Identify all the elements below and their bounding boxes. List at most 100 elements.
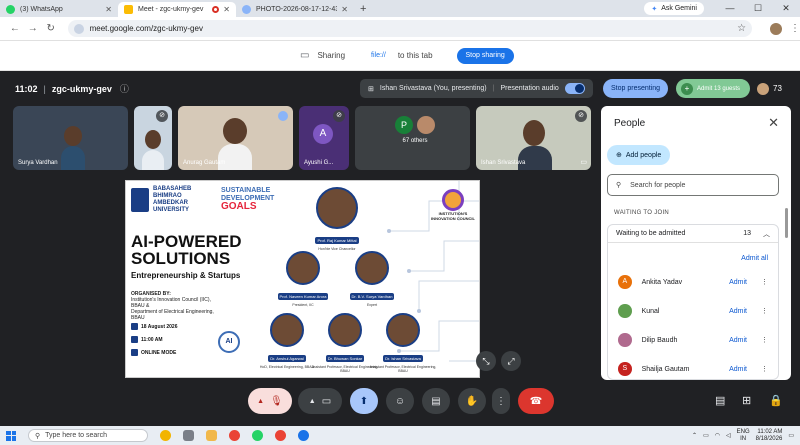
captions-icon: ▤ (431, 395, 441, 407)
clock-time: 11:02 AM (757, 428, 783, 435)
organised-by: ORGANISED BY: Institution's Innovation C… (131, 291, 214, 321)
new-tab-icon[interactable]: + (360, 3, 366, 15)
admit-button[interactable]: Admit (729, 366, 747, 373)
tab-photo[interactable]: PHOTO-2026-08-17-12-43 ✕ (236, 2, 354, 17)
tab-whatsapp[interactable]: (3) WhatsApp ✕ (0, 2, 118, 17)
more-options-button[interactable]: ⋮ (492, 388, 510, 414)
copilot-icon[interactable] (160, 430, 171, 441)
wifi-icon[interactable]: ◠ (715, 432, 720, 439)
waiting-toggle[interactable]: Waiting to be admitted 13 ︿ (608, 225, 778, 243)
admit-button[interactable]: Admit (729, 308, 747, 315)
others-tile[interactable]: P 67 others (355, 106, 470, 170)
participant-avatar (417, 116, 435, 134)
bookmark-star-icon[interactable]: ☆ (737, 23, 746, 34)
participant-tile[interactable]: ⊘ (134, 106, 172, 170)
hang-up-icon: ☎ (529, 395, 543, 407)
add-people-button[interactable]: ⊕ Add people (607, 145, 671, 165)
taskbar-search-input[interactable]: ⚲ Type here to search (28, 429, 148, 442)
unpin-icon[interactable]: ⤡ (476, 351, 496, 371)
scrollbar[interactable] (785, 208, 788, 238)
more-options-icon[interactable]: ⋮ (761, 278, 768, 286)
raise-hand-button[interactable]: ✋ (458, 388, 486, 414)
participant-tile[interactable]: A ⊘ Ayushi G... (299, 106, 349, 170)
people-search-input[interactable]: ⚲ Search for people (607, 174, 779, 196)
apps-icon[interactable]: ⊞ (742, 394, 751, 407)
whatsapp-icon[interactable] (252, 430, 263, 441)
event-date-text: 18 August 2026 (141, 323, 178, 330)
chevron-up-icon[interactable]: ⌃ (692, 432, 697, 439)
list-item: Dilip Baudh Admit ⋮ (608, 329, 778, 351)
slide-subtitle: Entrepreneurship & Startups (131, 271, 241, 280)
participant-tile[interactable]: ⊘ ▭ Ishan Srivastava (476, 106, 591, 170)
participant-tile[interactable]: Anurag Gautam (178, 106, 293, 170)
event-mode: ONLINE MODE (131, 349, 176, 356)
chrome-icon[interactable] (229, 430, 240, 441)
camera-button[interactable]: ▲ ▭ (298, 388, 342, 414)
camera-icon: ▭ (321, 395, 332, 407)
info-icon[interactable]: ⓘ (120, 82, 129, 95)
forward-icon[interactable]: → (24, 23, 42, 34)
back-icon[interactable]: ← (6, 23, 24, 34)
more-options-icon[interactable]: ⋮ (761, 365, 768, 373)
present-icon: ⊞ (368, 85, 374, 93)
add-person-icon: + (681, 82, 693, 95)
more-options-icon[interactable]: ⋮ (761, 307, 768, 315)
present-screen-button[interactable]: ⬆ (350, 388, 378, 414)
admit-button[interactable]: Admit (729, 279, 747, 286)
close-icon[interactable]: ✕ (223, 5, 230, 14)
close-icon[interactable]: ✕ (105, 5, 112, 14)
speaker-card: Prof. Naveen Kumar Arora President, IIC (267, 251, 339, 307)
presentation-audio-toggle[interactable] (564, 83, 585, 94)
admit-button[interactable]: Admit (729, 337, 747, 344)
host-controls-icon[interactable]: 🔒 (769, 394, 783, 407)
search-placeholder: Search for people (630, 181, 686, 189)
stop-sharing-button[interactable]: Stop sharing (456, 47, 514, 64)
network-icon[interactable]: ▭ (703, 432, 709, 439)
task-view-icon[interactable] (183, 430, 194, 441)
monitor-icon (131, 349, 138, 356)
reload-icon[interactable]: ↻ (42, 23, 60, 34)
participant-tile[interactable]: Surya Vardhan (13, 106, 128, 170)
search-icon: ⚲ (35, 432, 41, 440)
admit-all-button[interactable]: Admit all (741, 255, 768, 262)
profile-avatar[interactable] (770, 22, 783, 35)
url-bar[interactable]: meet.google.com/zgc-ukmy-gev ☆ (67, 20, 753, 37)
close-window-icon[interactable]: ✕ (772, 0, 800, 17)
speaker-card: Dr. B.V. Surya Vardhan Expert (336, 251, 408, 307)
admit-guests-button[interactable]: + Admit 13 guests (676, 79, 750, 98)
chat-icon[interactable]: ▤ (715, 394, 725, 407)
site-info-icon[interactable] (73, 23, 84, 34)
tab-label: Meet - zgc-ukmy-gev (138, 6, 204, 13)
reactions-button[interactable]: ☺ (386, 388, 414, 414)
file-explorer-icon[interactable] (206, 430, 217, 441)
participant-count[interactable]: 73 (757, 79, 782, 98)
participant-name: Anurag Gautam (183, 160, 226, 166)
ask-gemini-button[interactable]: ✦ Ask Gemini (644, 2, 704, 15)
close-icon[interactable]: ✕ (768, 115, 779, 131)
speaker-icon[interactable]: ◁ (726, 432, 731, 439)
guest-name: Dilip Baudh (641, 336, 678, 344)
chrome-icon[interactable] (275, 430, 286, 441)
uni-line: AMBEDKAR (153, 200, 188, 206)
speaker-photo (270, 313, 304, 347)
captions-button[interactable]: ▤ (422, 388, 450, 414)
to-tab-label: to this tab (397, 51, 433, 60)
language-indicator[interactable]: ENG IN (737, 429, 750, 443)
stop-presenting-button[interactable]: Stop presenting (603, 79, 669, 98)
notification-icon[interactable]: ▭ (788, 432, 794, 439)
fullscreen-icon[interactable]: ⤢ (501, 351, 521, 371)
browser-menu-icon[interactable]: ⋮ (790, 23, 800, 34)
windows-start-icon[interactable] (6, 430, 16, 441)
taskbar-clock[interactable]: 11:02 AM 8/18/2026 (756, 429, 783, 443)
gemini-icon: ✦ (651, 5, 658, 13)
more-options-icon[interactable]: ⋮ (761, 336, 768, 344)
edge-icon[interactable] (298, 430, 309, 441)
person-face (64, 126, 82, 146)
pin-icon[interactable]: ▭ (580, 158, 587, 166)
maximize-icon[interactable]: ☐ (744, 0, 772, 17)
microphone-button[interactable]: ▲ 🎙 (248, 388, 292, 414)
minimize-icon[interactable]: — (716, 0, 744, 17)
tab-meet[interactable]: Meet - zgc-ukmy-gev ✕ (118, 2, 236, 17)
close-icon[interactable]: ✕ (341, 5, 348, 14)
leave-call-button[interactable]: ☎ (518, 388, 554, 414)
